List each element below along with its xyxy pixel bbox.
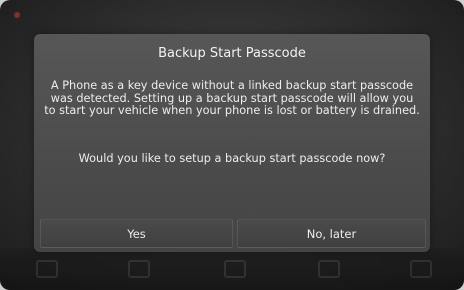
yes-button[interactable]: Yes — [40, 219, 233, 248]
background-nav-bar — [0, 248, 464, 290]
nav-icon — [128, 260, 150, 278]
dialog-message: A Phone as a key device without a linked… — [44, 79, 420, 117]
backup-passcode-dialog: Backup Start Passcode A Phone as a key d… — [34, 34, 430, 252]
nav-icon — [318, 260, 340, 278]
background-status-bar — [14, 6, 450, 24]
infotainment-screen: Backup Start Passcode A Phone as a key d… — [0, 0, 464, 290]
no-later-button[interactable]: No, later — [237, 219, 426, 248]
dialog-title: Backup Start Passcode — [158, 46, 306, 61]
nav-icon — [410, 260, 432, 278]
nav-icon — [36, 260, 58, 278]
dialog-question: Would you like to setup a backup start p… — [78, 152, 386, 165]
red-status-dot-icon — [14, 12, 20, 18]
nav-icon — [224, 260, 246, 278]
